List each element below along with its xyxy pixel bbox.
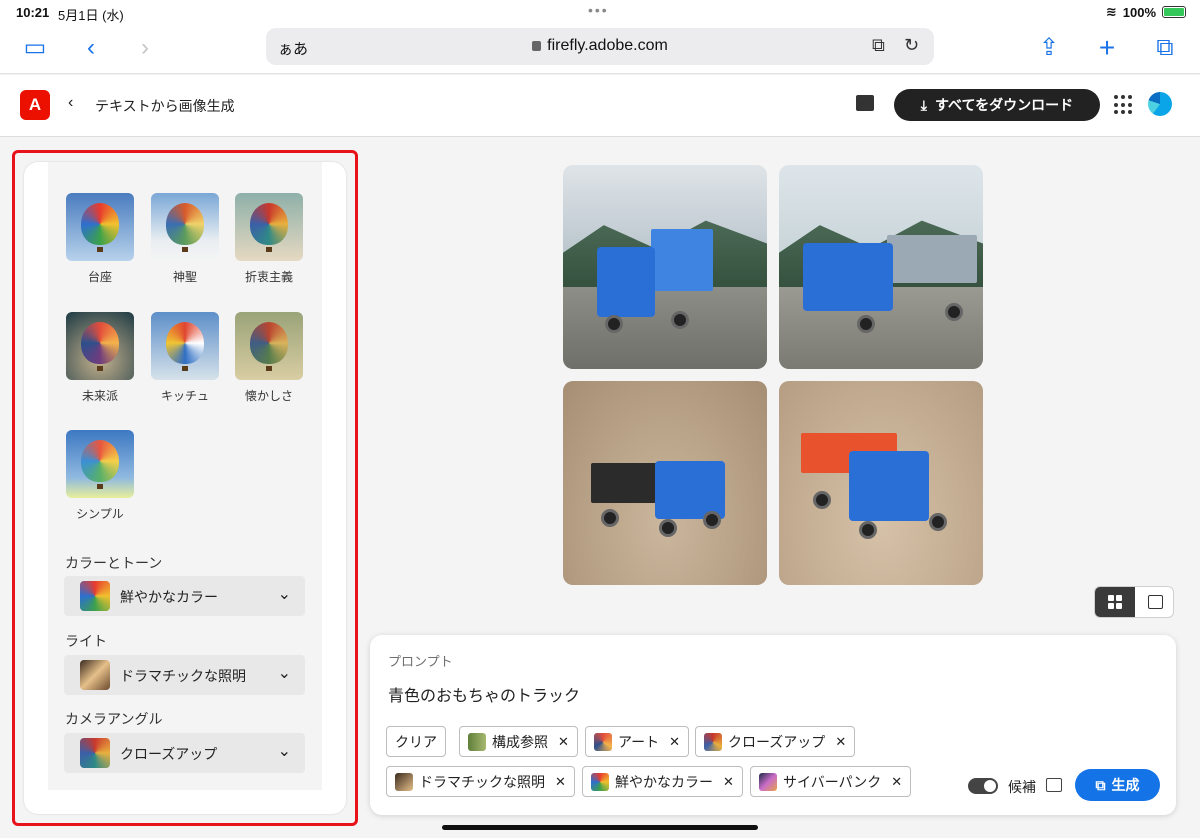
download-all-label: すべてをダウンロード: [935, 97, 1074, 113]
close-icon[interactable]: ✕: [669, 734, 680, 750]
generated-image-3[interactable]: [563, 381, 767, 585]
chip-thumb: [591, 772, 609, 791]
prompt-input[interactable]: 青色のおもちゃのトラック: [388, 682, 580, 706]
close-icon[interactable]: ✕: [891, 774, 902, 790]
back-arrow-icon[interactable]: ‹: [76, 34, 106, 62]
chip-thumb: [468, 732, 486, 751]
back-chevron-icon[interactable]: ‹: [68, 94, 73, 112]
chip-thumb: [395, 772, 413, 791]
suggest-settings-icon[interactable]: [1046, 778, 1062, 792]
prompt-chip[interactable]: 構成参照 ✕: [459, 726, 578, 757]
forward-arrow-icon[interactable]: ›: [130, 34, 160, 62]
reload-icon[interactable]: ↻: [904, 35, 919, 56]
status-date: 5月1日 (水): [58, 8, 124, 23]
adobe-logo[interactable]: A: [20, 90, 50, 120]
extension-icon[interactable]: ⧉: [872, 35, 885, 56]
home-indicator[interactable]: [442, 825, 758, 830]
single-view-icon[interactable]: [1148, 595, 1163, 609]
generated-image-1[interactable]: [563, 165, 767, 369]
battery-percent: 100%: [1122, 4, 1156, 20]
apps-grid-icon[interactable]: [1114, 95, 1134, 115]
chip-label: アート: [618, 733, 660, 750]
status-time: 10:21: [16, 5, 50, 20]
close-icon[interactable]: ✕: [558, 734, 569, 750]
highlight-frame: [12, 150, 358, 826]
chip-label: 構成参照: [492, 733, 548, 750]
prompt-chip[interactable]: ドラマチックな照明 ✕: [386, 766, 575, 797]
download-icon: ⤓: [920, 96, 927, 113]
status-bar: 10:21 5月1日 (水) ••• ≋ 100%: [0, 0, 1200, 24]
generate-button[interactable]: ⧉ 生成: [1075, 769, 1160, 801]
share-icon[interactable]: ⇪: [1034, 34, 1064, 62]
chip-label: 鮮やかなカラー: [615, 773, 713, 790]
suggest-toggle[interactable]: [968, 778, 998, 794]
browser-toolbar: ▭ ‹ › ぁあ firefly.adobe.com ⧉ ↻ ⇪ + ⧉: [0, 24, 1200, 74]
lock-icon: [532, 41, 542, 51]
tabs-icon[interactable]: ⧉: [1150, 34, 1180, 62]
chip-label: サイバーパンク: [783, 773, 882, 790]
status-right: ≋ 100%: [1106, 4, 1186, 20]
prompt-chip[interactable]: 鮮やかなカラー ✕: [582, 766, 743, 797]
chip-label: ドラマチックな照明: [419, 773, 545, 790]
chip-thumb: [594, 732, 612, 751]
chip-thumb: [704, 732, 722, 751]
close-icon[interactable]: ✕: [555, 774, 566, 790]
app-header: A ‹ テキストから画像生成 ⤓ すべてをダウンロード: [0, 75, 1200, 137]
prompt-chip[interactable]: クローズアップ ✕: [695, 726, 856, 757]
url-text: firefly.adobe.com: [547, 37, 668, 54]
multitask-dots-icon[interactable]: •••: [588, 2, 609, 18]
clear-label: クリア: [395, 733, 437, 750]
battery-icon: [1162, 6, 1186, 18]
new-tab-icon[interactable]: +: [1092, 34, 1122, 62]
generate-label: 生成: [1111, 777, 1140, 793]
view-toggle: [1094, 586, 1174, 618]
url-display[interactable]: firefly.adobe.com: [266, 37, 934, 55]
download-all-button[interactable]: ⤓ すべてをダウンロード: [894, 89, 1100, 121]
avatar[interactable]: [1148, 92, 1172, 116]
chip-thumb: [759, 772, 777, 791]
address-bar[interactable]: ぁあ firefly.adobe.com ⧉ ↻: [266, 28, 934, 65]
clear-button[interactable]: クリア: [386, 726, 446, 757]
sidebar-icon[interactable]: ▭: [20, 34, 50, 62]
feedback-icon[interactable]: [856, 95, 874, 111]
prompt-label: プロンプト: [388, 654, 453, 669]
prompt-chip[interactable]: アート ✕: [585, 726, 690, 757]
grid-view-icon[interactable]: [1095, 587, 1135, 617]
generate-icon: ⧉: [1095, 776, 1106, 793]
generated-image-2[interactable]: [779, 165, 983, 369]
wifi-icon: ≋: [1105, 4, 1117, 19]
suggest-label: 候補: [1008, 779, 1036, 795]
close-icon[interactable]: ✕: [723, 774, 734, 790]
prompt-chip[interactable]: サイバーパンク ✕: [750, 766, 912, 797]
chip-label: クローズアップ: [728, 733, 826, 750]
generated-image-4[interactable]: [779, 381, 983, 585]
close-icon[interactable]: ✕: [835, 734, 846, 750]
page-title[interactable]: テキストから画像生成: [95, 96, 235, 116]
